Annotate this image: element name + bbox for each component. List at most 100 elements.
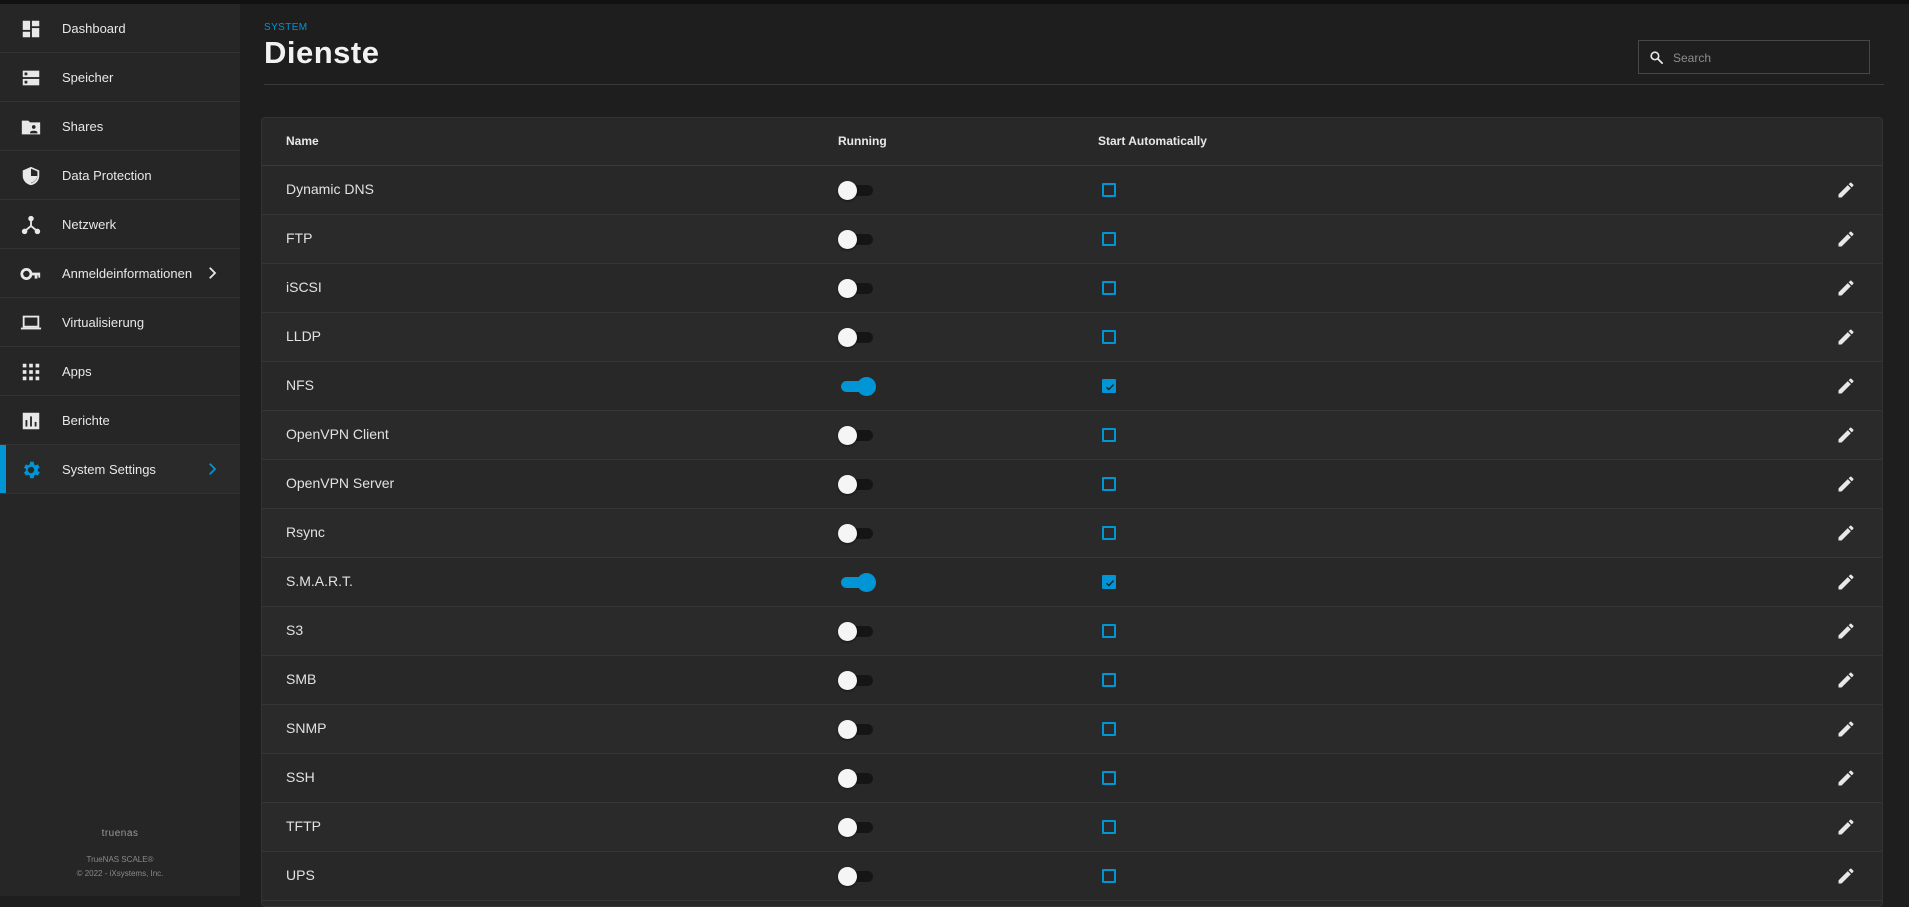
search-box[interactable] [1638,40,1870,74]
edit-pencil-icon[interactable] [1836,425,1856,445]
table-row: SMB [262,656,1882,705]
column-header-start-automatically[interactable]: Start Automatically [1098,134,1207,148]
running-toggle[interactable] [838,475,876,494]
start-automatically-checkbox[interactable] [1102,526,1116,540]
edit-pencil-icon[interactable] [1836,768,1856,788]
sidebar-item-netzwerk[interactable]: Netzwerk [0,200,240,249]
page-title: Dienste [264,35,380,70]
sidebar-item-label: Netzwerk [62,216,117,232]
start-automatically-checkbox[interactable] [1102,281,1116,295]
start-automatically-checkbox[interactable] [1102,820,1116,834]
toggle-thumb [838,524,857,543]
start-automatically-checkbox[interactable] [1102,428,1116,442]
service-name: Dynamic DNS [286,181,374,197]
toggle-thumb [838,426,857,445]
edit-pencil-icon[interactable] [1836,229,1856,249]
service-name: SSH [286,769,315,785]
service-name: FTP [286,230,313,246]
edit-pencil-icon[interactable] [1836,376,1856,396]
sidebar-item-anmeldeinformationen[interactable]: Anmeldeinformationen [0,249,240,298]
edit-pencil-icon[interactable] [1836,670,1856,690]
running-toggle[interactable] [838,818,876,837]
running-toggle[interactable] [838,328,876,347]
edit-pencil-icon[interactable] [1836,523,1856,543]
toggle-thumb [857,573,876,592]
start-automatically-checkbox[interactable] [1102,722,1116,736]
sidebar: Dashboard Speicher Shares Data Protection Ne… [0,4,241,896]
running-toggle[interactable] [838,867,876,886]
sidebar-item-virtualisierung[interactable]: Virtualisierung [0,298,240,347]
start-automatically-checkbox[interactable] [1102,771,1116,785]
service-name: OpenVPN Client [286,426,389,442]
check-icon [1106,384,1115,391]
toggle-thumb [838,279,857,298]
running-toggle[interactable] [838,426,876,445]
sidebar-item-data-protection[interactable]: Data Protection [0,151,240,200]
sidebar-item-label: Dashboard [62,20,126,36]
search-icon [1650,51,1663,64]
breadcrumb[interactable]: SYSTEM [264,22,379,33]
storage-icon [22,70,40,86]
main-content: SYSTEM Dienste Name Running Start Automa… [240,4,1909,907]
start-automatically-checkbox[interactable] [1102,575,1116,589]
sidebar-item-label: Virtualisierung [62,314,145,330]
table-row: iSCSI [262,264,1882,313]
column-header-name[interactable]: Name [286,134,319,148]
sidebar-item-berichte[interactable]: Berichte [0,396,240,445]
sidebar-item-apps[interactable]: Apps [0,347,240,396]
running-toggle[interactable] [838,524,876,543]
edit-pencil-icon[interactable] [1836,719,1856,739]
service-name: TFTP [286,818,321,834]
running-toggle[interactable] [838,181,876,200]
start-automatically-checkbox[interactable] [1102,869,1116,883]
running-toggle[interactable] [838,377,876,396]
sidebar-item-speicher[interactable]: Speicher [0,53,240,102]
running-toggle[interactable] [838,230,876,249]
sidebar-item-shares[interactable]: Shares [0,102,240,151]
edit-pencil-icon[interactable] [1836,278,1856,298]
table-body: Dynamic DNS FTP iSCSI LLDP NFS OpenVPN Client… [262,166,1882,901]
service-name: iSCSI [286,279,322,295]
sidebar-item-label: Data Protection [62,167,152,183]
reports-icon [22,412,40,430]
running-toggle[interactable] [838,279,876,298]
start-automatically-checkbox[interactable] [1102,183,1116,197]
sidebar-item-dashboard[interactable]: Dashboard [0,4,240,53]
toggle-thumb [838,230,857,249]
start-automatically-checkbox[interactable] [1102,232,1116,246]
running-toggle[interactable] [838,769,876,788]
search-input[interactable] [1671,47,1865,69]
sidebar-nav: Dashboard Speicher Shares Data Protection Ne… [0,4,240,494]
service-name: LLDP [286,328,322,344]
edit-pencil-icon[interactable] [1836,327,1856,347]
sidebar-item-label: Berichte [62,412,110,428]
edit-pencil-icon[interactable] [1836,866,1856,886]
start-automatically-checkbox[interactable] [1102,673,1116,687]
toggle-thumb [857,377,876,396]
sidebar-item-label: Speicher [62,69,114,85]
table-row: S.M.A.R.T. [262,558,1882,607]
table-row: LLDP [262,313,1882,362]
edit-pencil-icon[interactable] [1836,572,1856,592]
table-header: Name Running Start Automatically [262,118,1882,166]
running-toggle[interactable] [838,573,876,592]
running-toggle[interactable] [838,720,876,739]
running-toggle[interactable] [838,671,876,690]
edit-pencil-icon[interactable] [1836,474,1856,494]
check-icon [1106,580,1115,587]
service-name: S.M.A.R.T. [286,573,353,589]
edit-pencil-icon[interactable] [1836,817,1856,837]
folder-share-icon [21,120,41,135]
edit-pencil-icon[interactable] [1836,180,1856,200]
start-automatically-checkbox[interactable] [1102,330,1116,344]
start-automatically-checkbox[interactable] [1102,379,1116,393]
sidebar-item-system-settings[interactable]: System Settings [0,445,240,494]
start-automatically-checkbox[interactable] [1102,624,1116,638]
start-automatically-checkbox[interactable] [1102,477,1116,491]
edit-pencil-icon[interactable] [1836,621,1856,641]
table-row: Dynamic DNS [262,166,1882,215]
network-icon [21,215,41,235]
running-toggle[interactable] [838,622,876,641]
key-icon [20,268,41,280]
column-header-running[interactable]: Running [838,134,887,148]
